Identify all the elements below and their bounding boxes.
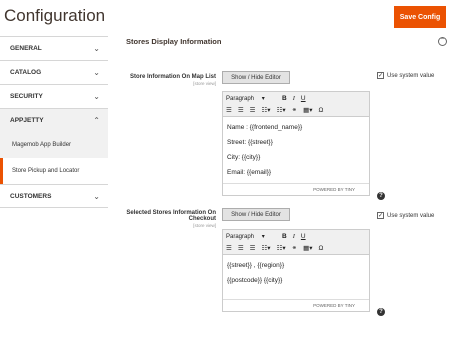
sidebar-item-appjetty[interactable]: APPJETTY ⌃ [0,108,108,132]
table-icon[interactable]: ▦▾ [303,244,312,252]
sidebar-item-catalog[interactable]: CATALOG ⌄ [0,60,108,84]
sidebar-subitem-magemob[interactable]: Magemob App Builder [0,132,108,158]
editor-toolbar: Paragraph ▾ B I U [223,92,369,104]
field-label-map-list: Store Information On Map List [store vie… [112,74,216,86]
underline-icon[interactable]: U [301,95,306,102]
number-list-icon[interactable]: ☷▾ [277,244,286,252]
align-right-icon[interactable]: ☰ [250,244,256,252]
bullet-list-icon[interactable]: ☷▾ [261,244,270,252]
italic-icon[interactable]: I [293,233,295,240]
italic-icon[interactable]: I [293,95,295,102]
wysiwyg-editor: Paragraph ▾ B I U ☰ ☰ ☰ ☷▾ ☷▾ ⚭ ▦▾ Ω Nam… [222,91,370,196]
table-icon[interactable]: ▦▾ [303,106,312,114]
special-char-icon[interactable]: Ω [319,107,324,114]
editor-content[interactable]: {{street}} , {{region}} {{postcode}} {{c… [223,254,369,299]
editor-line: {{postcode}} {{city}} [227,277,283,284]
align-left-icon[interactable]: ☰ [226,106,232,114]
chevron-down-icon: ⌄ [93,68,100,77]
page-title: Configuration [4,6,106,25]
link-icon[interactable]: ⚭ [292,106,297,114]
editor-toolbar-2: ☰ ☰ ☰ ☷▾ ☷▾ ⚭ ▦▾ Ω [223,242,369,254]
bold-icon[interactable]: B [282,95,287,102]
help-icon[interactable]: ? [377,308,385,316]
field-label-checkout: Selected Stores Information On Checkout … [112,210,216,228]
editor-content[interactable]: Name : {{frontend_name}} Street: {{stree… [223,116,369,183]
chevron-up-icon: ⌃ [93,116,100,125]
editor-line: {{street}} , {{region}} [227,262,285,269]
number-list-icon[interactable]: ☷▾ [277,106,286,114]
editor-status-bar: POWERED BY TINY [223,299,369,311]
editor-toolbar: Paragraph ▾ B I U [223,230,369,242]
editor-line: Street: {{street}} [227,139,273,146]
align-center-icon[interactable]: ☰ [238,106,244,114]
save-config-button[interactable]: Save Config [394,6,446,28]
sidebar-item-security[interactable]: SECURITY ⌄ [0,84,108,108]
align-center-icon[interactable]: ☰ [238,244,244,252]
sidebar-item-customers[interactable]: CUSTOMERS ⌄ [0,184,108,208]
special-char-icon[interactable]: Ω [319,245,324,252]
sidebar-item-general[interactable]: GENERAL ⌄ [0,36,108,60]
sidebar-subitem-store-pickup[interactable]: Store Pickup and Locator [0,158,108,184]
editor-line: Name : {{frontend_name}} [227,124,303,131]
align-left-icon[interactable]: ☰ [226,244,232,252]
link-icon[interactable]: ⚭ [292,244,297,252]
editor-line: City: {{city}} [227,154,261,161]
checkbox-icon[interactable]: ✓ [377,212,384,219]
use-system-value-checkbox[interactable]: ✓ Use system value [377,72,434,79]
collapse-icon[interactable]: ⌃ [438,37,447,46]
bullet-list-icon[interactable]: ☷▾ [261,106,270,114]
align-right-icon[interactable]: ☰ [250,106,256,114]
scope-label: [store view] [193,81,216,86]
editor-status-bar: POWERED BY TINY [223,183,369,195]
format-dropdown[interactable]: Paragraph ▾ [226,95,276,102]
use-system-value-checkbox[interactable]: ✓ Use system value [377,212,434,219]
show-hide-editor-button[interactable]: Show / Hide Editor [222,71,290,84]
editor-line: Email: {{email}} [227,169,272,176]
chevron-down-icon: ⌄ [93,92,100,101]
wysiwyg-editor: Paragraph ▾ B I U ☰ ☰ ☰ ☷▾ ☷▾ ⚭ ▦▾ Ω {{s… [222,229,370,312]
section-title[interactable]: Stores Display Information [126,37,221,46]
scope-label: [store view] [193,223,216,228]
show-hide-editor-button[interactable]: Show / Hide Editor [222,208,290,221]
chevron-down-icon: ⌄ [93,191,100,201]
chevron-down-icon: ⌄ [93,44,100,53]
format-dropdown[interactable]: Paragraph ▾ [226,233,276,240]
underline-icon[interactable]: U [301,233,306,240]
checkbox-icon[interactable]: ✓ [377,72,384,79]
editor-toolbar-2: ☰ ☰ ☰ ☷▾ ☷▾ ⚭ ▦▾ Ω [223,104,369,116]
help-icon[interactable]: ? [377,192,385,200]
config-sidebar: GENERAL ⌄ CATALOG ⌄ SECURITY ⌄ APPJETTY … [0,36,108,208]
bold-icon[interactable]: B [282,233,287,240]
